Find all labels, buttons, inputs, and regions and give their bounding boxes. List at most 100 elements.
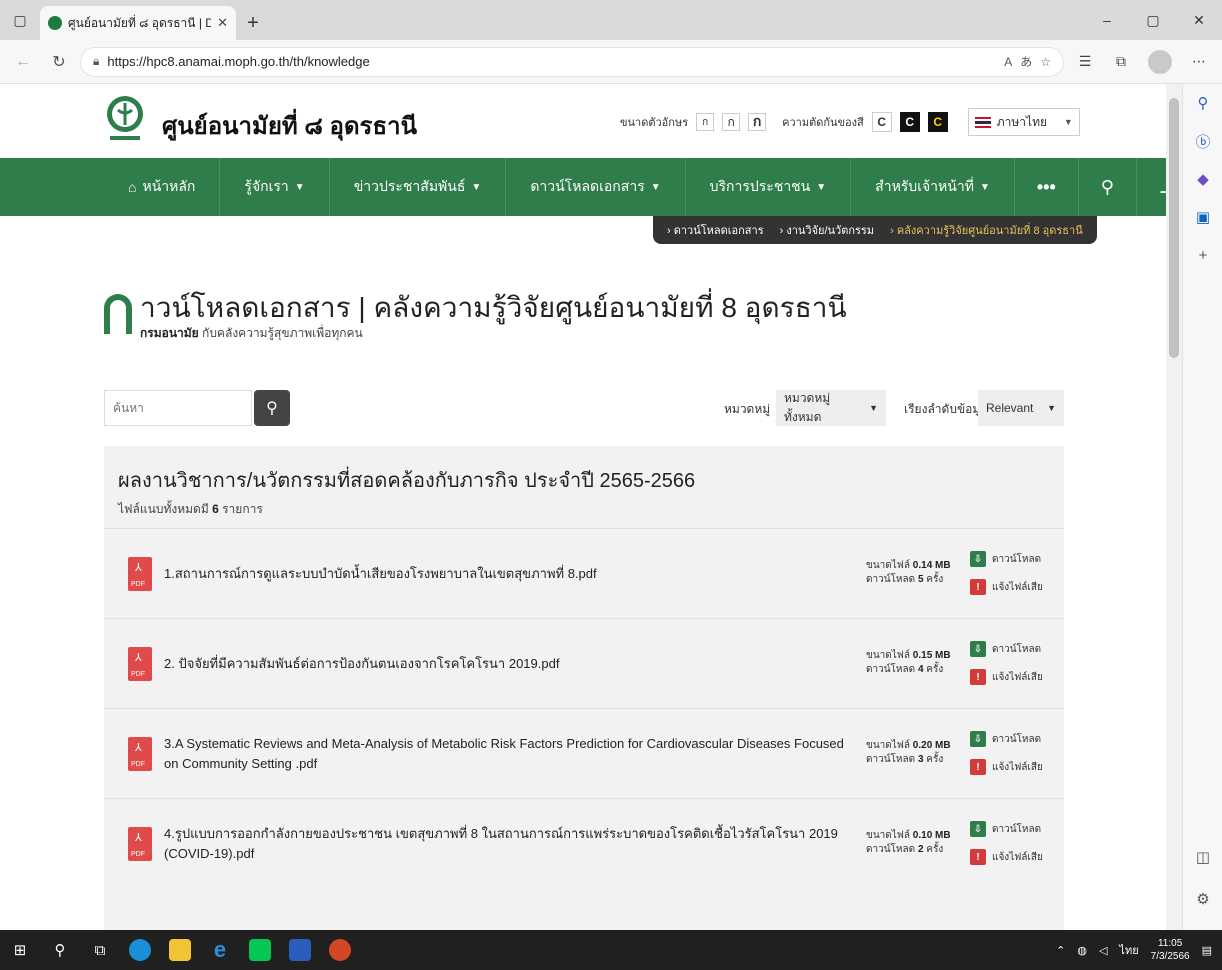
search-input[interactable] bbox=[104, 390, 252, 426]
browser-tab[interactable]: ศูนย์อนามัยที่ ๘ อุดรธานี | Documen ✕ bbox=[40, 6, 236, 40]
profile-avatar[interactable] bbox=[1148, 49, 1172, 74]
file-actions: ⇩ ดาวน์โหลด ! แจ้งไฟล์เสีย bbox=[970, 815, 1043, 871]
accessibility-tools: ขนาดตัวอักษร ก ก ก ความตัดกันของสี C C C… bbox=[620, 108, 1080, 136]
download-count-label: ดาวน์โหลด bbox=[866, 844, 918, 855]
collections-icon[interactable]: ⧉ bbox=[1106, 47, 1136, 77]
clock-date: 7/3/2566 bbox=[1150, 951, 1190, 962]
site-title[interactable]: ศูนย์อนามัยที่ ๘ อุดรธานี bbox=[162, 106, 417, 145]
file-row: 2. ปัจจัยที่มีความสัมพันธ์ต่อการป้องกันต… bbox=[104, 618, 1064, 708]
breadcrumb-research[interactable]: › งานวิจัย/นวัตกรรม bbox=[780, 221, 874, 239]
main-navigation: ⌂ หน้าหลัก รู้จักเรา ▼ ข่าวประชาสัมพันธ์… bbox=[0, 158, 1166, 216]
nav-downloads[interactable]: ดาวน์โหลดเอกสาร ▼ bbox=[506, 158, 686, 216]
network-icon[interactable]: ◍ bbox=[1077, 944, 1087, 957]
edge-app-icon[interactable] bbox=[120, 930, 160, 970]
url-text[interactable]: https://hpc8.anamai.moph.go.th/th/knowle… bbox=[107, 54, 996, 69]
nav-news[interactable]: ข่าวประชาสัมพันธ์ ▼ bbox=[330, 158, 507, 216]
file-size-label: ขนาดไฟล์ bbox=[866, 650, 913, 661]
file-name-link[interactable]: 1.สถานการณ์การดูแลระบบบำบัดน้ำเสียของโรง… bbox=[164, 551, 854, 597]
count-value: 6 bbox=[212, 502, 219, 516]
sidebar-search-icon[interactable]: ⚲ bbox=[1183, 84, 1222, 122]
clock[interactable]: 11:05 7/3/2566 bbox=[1151, 937, 1190, 963]
refresh-button[interactable]: ↻ bbox=[44, 47, 74, 77]
font-size-small-button[interactable]: ก bbox=[696, 113, 715, 131]
download-button[interactable]: ⇩ ดาวน์โหลด bbox=[970, 545, 1043, 573]
download-label: ดาวน์โหลด bbox=[992, 643, 1042, 655]
nav-more-button[interactable]: ••• bbox=[1015, 158, 1079, 216]
report-broken-button[interactable]: ! แจ้งไฟล์เสีย bbox=[970, 843, 1043, 871]
contrast-normal-button[interactable]: C bbox=[871, 112, 892, 132]
nav-staff[interactable]: สำหรับเจ้าหน้าที่ ▼ bbox=[851, 158, 1015, 216]
file-explorer-icon[interactable] bbox=[160, 930, 200, 970]
sidebar-toggle-icon[interactable]: ◫ bbox=[1183, 838, 1222, 876]
bing-chat-icon[interactable]: ⓑ bbox=[1183, 122, 1222, 160]
download-icon: ⇩ bbox=[970, 551, 986, 567]
page-scrollbar[interactable] bbox=[1166, 84, 1182, 930]
category-select[interactable]: หมวดหมู่ทั้งหมด ▼ bbox=[776, 390, 886, 426]
sort-select[interactable]: Relevant ▼ bbox=[978, 390, 1064, 426]
lock-icon[interactable]: 🔒︎ bbox=[93, 54, 99, 69]
outlook-icon[interactable]: ▣ bbox=[1183, 198, 1222, 236]
font-size-large-button[interactable]: ก bbox=[748, 113, 767, 131]
tools-icon[interactable]: ◆ bbox=[1183, 160, 1222, 198]
sitemap-icon[interactable]: ⊥ bbox=[1137, 158, 1166, 216]
powerpoint-app-icon[interactable] bbox=[320, 930, 360, 970]
word-app-icon[interactable] bbox=[280, 930, 320, 970]
download-button[interactable]: ⇩ ดาวน์โหลด bbox=[970, 815, 1043, 843]
minimize-button[interactable]: – bbox=[1084, 12, 1130, 28]
report-broken-button[interactable]: ! แจ้งไฟล์เสีย bbox=[970, 663, 1043, 691]
file-name-link[interactable]: 2. ปัจจัยที่มีความสัมพันธ์ต่อการป้องกันต… bbox=[164, 641, 854, 687]
tab-close-icon[interactable]: ✕ bbox=[217, 15, 228, 31]
internet-explorer-icon[interactable]: e bbox=[200, 930, 240, 970]
file-row: 3.A Systematic Reviews and Meta-Analysis… bbox=[104, 708, 1064, 798]
search-button[interactable]: ⚲ bbox=[254, 390, 290, 426]
sidebar-settings-icon[interactable]: ⚙ bbox=[1183, 880, 1222, 918]
chevron-down-icon: ▼ bbox=[869, 403, 878, 413]
add-sidebar-app-icon[interactable]: + bbox=[1183, 236, 1222, 274]
nav-services[interactable]: บริการประชาชน ▼ bbox=[686, 158, 852, 216]
download-count-label: ดาวน์โหลด bbox=[866, 574, 918, 585]
taskbar-search-icon[interactable]: ⚲ bbox=[40, 930, 80, 970]
favorites-icon[interactable]: ☰ bbox=[1070, 47, 1100, 77]
favorite-star-icon[interactable]: ☆ bbox=[1040, 55, 1051, 69]
download-button[interactable]: ⇩ ดาวน์โหลด bbox=[970, 635, 1043, 663]
file-actions: ⇩ ดาวน์โหลด ! แจ้งไฟล์เสีย bbox=[970, 545, 1043, 601]
new-tab-button[interactable]: + bbox=[236, 6, 270, 40]
pdf-icon bbox=[128, 647, 152, 681]
tray-chevron-up-icon[interactable]: ⌃ bbox=[1056, 944, 1065, 957]
windows-start-icon[interactable]: ⊞ bbox=[0, 930, 40, 970]
thai-flag-icon bbox=[974, 116, 991, 128]
language-select[interactable]: ภาษาไทย ▼ bbox=[967, 108, 1080, 136]
nav-home[interactable]: ⌂ หน้าหลัก bbox=[104, 158, 221, 216]
more-menu-icon[interactable]: ⋯ bbox=[1184, 47, 1214, 77]
nav-about[interactable]: รู้จักเรา ▼ bbox=[220, 158, 330, 216]
translate-icon[interactable]: あ bbox=[1020, 53, 1032, 70]
task-view-icon[interactable]: ⧉ bbox=[80, 930, 120, 970]
contrast-yellow-button[interactable]: C bbox=[927, 112, 948, 132]
back-button[interactable]: ← bbox=[8, 47, 38, 77]
font-size-medium-button[interactable]: ก bbox=[722, 113, 741, 131]
file-actions: ⇩ ดาวน์โหลด ! แจ้งไฟล์เสีย bbox=[970, 725, 1043, 781]
read-aloud-icon[interactable]: A bbox=[1004, 55, 1012, 69]
download-icon: ⇩ bbox=[970, 641, 986, 657]
pdf-icon bbox=[128, 557, 152, 591]
input-language[interactable]: ไทย bbox=[1119, 941, 1138, 959]
department-logo-icon[interactable] bbox=[104, 94, 146, 144]
contrast-dark-button[interactable]: C bbox=[899, 112, 920, 132]
line-app-icon[interactable] bbox=[240, 930, 280, 970]
tab-actions-icon[interactable]: ▢ bbox=[0, 0, 40, 40]
notifications-icon[interactable]: ▤ bbox=[1202, 944, 1212, 957]
report-broken-button[interactable]: ! แจ้งไฟล์เสีย bbox=[970, 753, 1043, 781]
contrast-label: ความตัดกันของสี bbox=[782, 117, 864, 129]
report-broken-button[interactable]: ! แจ้งไฟล์เสีย bbox=[970, 573, 1043, 601]
edge-sidebar: ⚲ ⓑ ◆ ▣ + ◫ ⚙ bbox=[1182, 84, 1222, 930]
address-bar[interactable]: 🔒︎ https://hpc8.anamai.moph.go.th/th/kno… bbox=[80, 46, 1064, 77]
scrollbar-thumb[interactable] bbox=[1169, 98, 1179, 358]
breadcrumb-downloads[interactable]: › ดาวน์โหลดเอกสาร bbox=[667, 221, 764, 239]
restore-button[interactable]: ▢ bbox=[1130, 12, 1176, 29]
file-name-link[interactable]: 4.รูปแบบการออกกำลังกายของประชาชน เขตสุขภ… bbox=[164, 821, 854, 867]
volume-icon[interactable]: ◁ bbox=[1099, 944, 1107, 957]
search-icon[interactable]: ⚲ bbox=[1079, 158, 1137, 216]
download-button[interactable]: ⇩ ดาวน์โหลด bbox=[970, 725, 1043, 753]
close-window-button[interactable]: ✕ bbox=[1176, 12, 1222, 29]
file-name-link[interactable]: 3.A Systematic Reviews and Meta-Analysis… bbox=[164, 731, 854, 777]
